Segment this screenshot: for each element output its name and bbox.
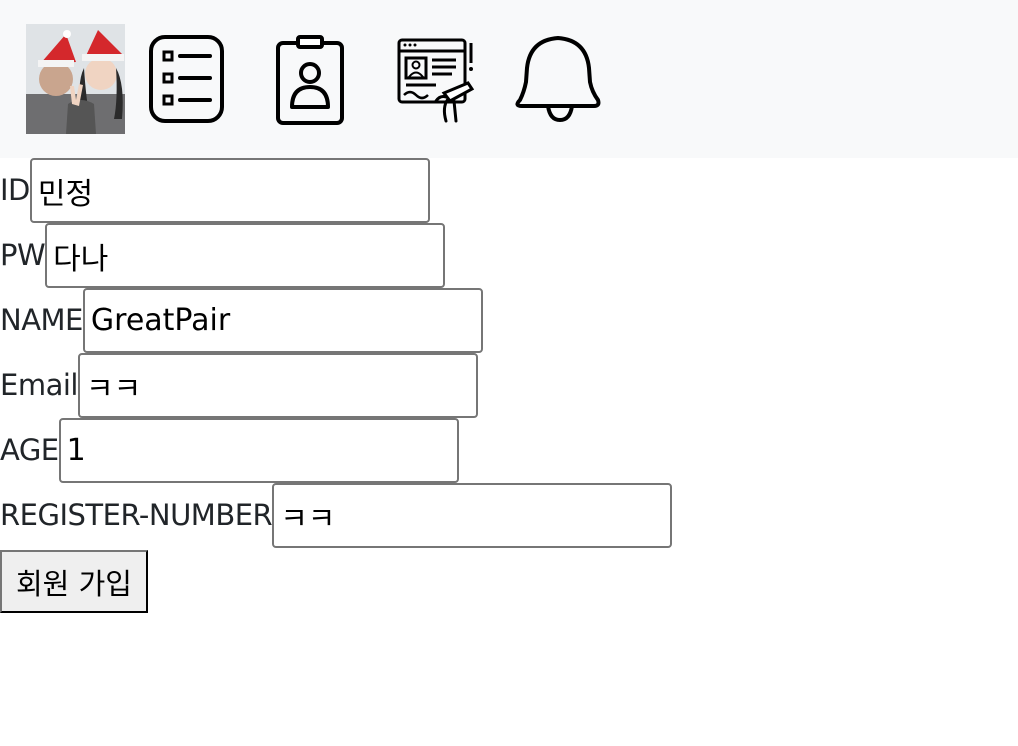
name-label: NAME bbox=[0, 303, 83, 337]
age-label: AGE bbox=[0, 433, 59, 467]
register-form-icon bbox=[397, 38, 475, 123]
pw-row: PW bbox=[0, 223, 672, 288]
age-field[interactable] bbox=[58, 418, 459, 483]
profile-badge-button[interactable] bbox=[274, 35, 346, 131]
pw-label: PW bbox=[0, 238, 46, 272]
name-field[interactable] bbox=[82, 288, 483, 353]
register-button[interactable] bbox=[396, 37, 478, 127]
id-row: ID bbox=[0, 158, 672, 223]
register-number-field[interactable] bbox=[272, 483, 673, 548]
register-number-label: REGISTER-NUMBER bbox=[0, 498, 273, 532]
list-button[interactable] bbox=[148, 34, 226, 128]
email-field[interactable] bbox=[77, 353, 478, 418]
id-label: ID bbox=[0, 173, 30, 207]
email-label: Email bbox=[0, 368, 78, 402]
email-row: Email bbox=[0, 353, 672, 418]
name-row: NAME bbox=[0, 288, 672, 353]
age-row: AGE bbox=[0, 418, 672, 483]
id-field[interactable] bbox=[29, 158, 430, 223]
signup-form: ID PW NAME Email AGE REGISTER-NUMBER bbox=[0, 158, 673, 548]
top-navbar bbox=[0, 0, 1018, 158]
list-icon bbox=[149, 35, 224, 123]
pw-field[interactable] bbox=[45, 223, 446, 288]
notifications-button[interactable] bbox=[510, 34, 604, 128]
profile-avatar[interactable] bbox=[26, 24, 125, 134]
id-badge-icon bbox=[276, 35, 344, 125]
bell-icon bbox=[515, 36, 601, 123]
register-number-row: REGISTER-NUMBER bbox=[0, 483, 673, 548]
avatar-photo bbox=[26, 24, 125, 134]
signup-submit-button[interactable]: 회원 가입 bbox=[0, 550, 148, 613]
